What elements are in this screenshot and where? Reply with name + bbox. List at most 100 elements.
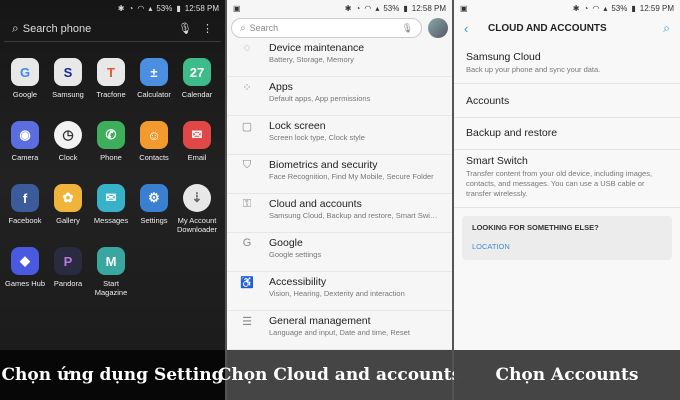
- accounts-item-samsung-cloud[interactable]: Samsung Cloud Back up your phone and sync…: [454, 46, 680, 84]
- app-clock[interactable]: ◷ Clock: [46, 121, 90, 162]
- settings-item-lock-screen[interactable]: ▢ Lock screen Screen lock type, Clock styl…: [227, 116, 452, 155]
- looking-header: LOOKING FOR SOMETHING ELSE?: [472, 223, 599, 232]
- settings-item-title: General management: [269, 315, 371, 327]
- caption-step-3: Chọn Accounts: [454, 350, 680, 400]
- page-title: CLOUD AND ACCOUNTS: [488, 22, 607, 34]
- accounts-item-accounts[interactable]: Accounts: [454, 86, 680, 118]
- settings-icon: ⚙: [140, 184, 168, 212]
- email-icon: ✉: [183, 121, 211, 149]
- location-link[interactable]: LOCATION: [472, 242, 662, 251]
- camera-icon: ◉: [11, 121, 39, 149]
- settings-item-subtitle: Vision, Hearing, Dexterity and interacti…: [269, 289, 405, 298]
- app-label: My Account Downloader: [176, 216, 218, 234]
- facebook-icon: f: [11, 184, 39, 212]
- google-icon: G: [242, 237, 252, 249]
- app-phone[interactable]: ✆ Phone: [89, 121, 133, 162]
- app-camera[interactable]: ◉ Camera: [3, 121, 47, 162]
- sliders-icon: ☰: [242, 316, 252, 328]
- settings-item-title: Lock screen: [269, 120, 326, 132]
- app-label: Clock: [58, 153, 78, 162]
- settings-item-text: Google Google settings: [269, 237, 321, 260]
- app-samsung-folder[interactable]: S Samsung: [46, 58, 90, 99]
- settings-item-text: Lock screen Screen lock type, Clock style: [269, 120, 365, 143]
- avatar[interactable]: [428, 18, 448, 38]
- search-icon[interactable]: ⌕: [663, 21, 670, 36]
- mute-icon: ◔: [128, 3, 134, 13]
- accounts-item-subtitle: Transfer content from your old device, i…: [466, 169, 653, 198]
- app-my-account[interactable]: ⇣ My Account Downloader: [175, 184, 219, 234]
- tracfone-folder-icon: T: [97, 58, 125, 86]
- app-gallery[interactable]: ✿ Gallery: [46, 184, 90, 225]
- app-email[interactable]: ✉ Email: [175, 121, 219, 162]
- settings-item-text: Apps Default apps, App permissions: [269, 81, 370, 104]
- app-calculator[interactable]: ± Calculator: [132, 58, 176, 99]
- microphone-icon[interactable]: 🎙: [178, 22, 192, 35]
- settings-item-text: Device maintenance Battery, Storage, Memo…: [269, 42, 364, 65]
- settings-item-apps[interactable]: ⁘ Apps Default apps, App permissions: [227, 77, 452, 116]
- app-label: Games Hub: [4, 279, 46, 288]
- app-settings[interactable]: ⚙ Settings: [132, 184, 176, 225]
- calendar-icon: 27: [183, 58, 211, 86]
- key-icon: ⚿: [242, 198, 252, 210]
- messages-icon: ✉: [97, 184, 125, 212]
- app-google-folder[interactable]: G Google: [3, 58, 47, 99]
- app-contacts[interactable]: ☺ Contacts: [132, 121, 176, 162]
- settings-item-subtitle: Screen lock type, Clock style: [269, 133, 365, 142]
- accessibility-icon: ♿: [240, 277, 254, 289]
- settings-item-text: Biometrics and security Face Recognition,…: [269, 159, 434, 182]
- status-time: 12:59 PM: [639, 3, 674, 13]
- app-pandora[interactable]: P Pandora: [46, 247, 90, 288]
- settings-item-text: General management Language and input, Da…: [269, 315, 410, 338]
- status-bar: ✱ ◔ ◠ ▴ 53% ▮ 12:58 PM: [0, 0, 225, 16]
- settings-item-subtitle: Google settings: [269, 250, 322, 259]
- app-label: Tracfone: [96, 90, 126, 99]
- wifi-icon: ◠: [592, 3, 600, 13]
- status-time: 12:58 PM: [184, 3, 219, 13]
- games-hub-icon: ◆: [11, 247, 39, 275]
- settings-search-input[interactable]: ⌕ Search 🎙: [231, 18, 422, 38]
- app-tracfone-folder[interactable]: T Tracfone: [89, 58, 133, 99]
- accounts-item-title: Accounts: [466, 95, 510, 107]
- search-placeholder: Search phone: [22, 22, 92, 35]
- status-time: 12:58 PM: [411, 3, 446, 13]
- more-options-icon[interactable]: ⋮: [202, 22, 213, 35]
- app-games-hub[interactable]: ◆ Games Hub: [3, 247, 47, 288]
- settings-item-google[interactable]: G Google Google settings: [227, 233, 452, 272]
- app-label: Contacts: [139, 153, 169, 162]
- accounts-item-subtitle: Back up your phone and sync your data.: [466, 65, 601, 74]
- status-bar: ▣ ✱ ◔ ◠ ▴ 53% ▮ 12:59 PM: [454, 0, 680, 16]
- settings-item-cloud-and-accounts[interactable]: ⚿ Cloud and accounts Samsung Cloud, Backup…: [227, 194, 452, 233]
- app-label: Calendar: [181, 90, 213, 99]
- battery-percent: 53%: [611, 3, 628, 13]
- phone-search-bar[interactable]: ⌕ Search phone 🎙 ⋮: [4, 16, 221, 42]
- app-label: Gallery: [56, 216, 80, 225]
- settings-item-general-management[interactable]: ☰ General management Language and input, D…: [227, 311, 452, 350]
- looking-for-something-else-card: LOOKING FOR SOMETHING ELSE? LOCATION: [462, 216, 672, 260]
- battery-icon: ▮: [176, 3, 181, 13]
- accounts-item-smart-switch[interactable]: Smart Switch Transfer content from your o…: [454, 150, 680, 208]
- settings-item-text: Cloud and accounts Samsung Cloud, Backup …: [269, 198, 437, 221]
- accounts-item-backup-and-restore[interactable]: Backup and restore: [454, 118, 680, 150]
- settings-item-title: Accessibility: [269, 276, 327, 288]
- app-messages[interactable]: ✉ Messages: [89, 184, 133, 225]
- settings-item-accessibility[interactable]: ♿ Accessibility Vision, Hearing, Dexterity…: [227, 272, 452, 311]
- google-folder-icon: G: [11, 58, 39, 86]
- wifi-icon: ◠: [137, 3, 145, 13]
- app-label: Messages: [93, 216, 129, 225]
- shield-icon: ⛉: [242, 159, 252, 171]
- device-maintenance-icon: ◌: [243, 42, 251, 54]
- bluetooth-icon: ✱: [117, 3, 125, 13]
- app-calendar[interactable]: 27 Calendar: [175, 58, 219, 99]
- app-facebook[interactable]: f Facebook: [3, 184, 47, 225]
- back-arrow-icon[interactable]: ‹: [464, 21, 482, 36]
- signal-icon: ▴: [148, 3, 153, 13]
- gallery-icon: ✿: [54, 184, 82, 212]
- microphone-icon[interactable]: 🎙: [402, 23, 413, 34]
- settings-item-device-maintenance[interactable]: ◌ Device maintenance Battery, Storage, Mem…: [227, 38, 452, 77]
- settings-item-title: Apps: [269, 81, 293, 93]
- battery-icon: ▮: [403, 3, 408, 13]
- start-magazine-icon: M: [97, 247, 125, 275]
- app-start-magazine[interactable]: M Start Magazine: [89, 247, 133, 297]
- battery-icon: ▮: [631, 3, 636, 13]
- settings-item-biometrics-and-security[interactable]: ⛉ Biometrics and security Face Recognition…: [227, 155, 452, 194]
